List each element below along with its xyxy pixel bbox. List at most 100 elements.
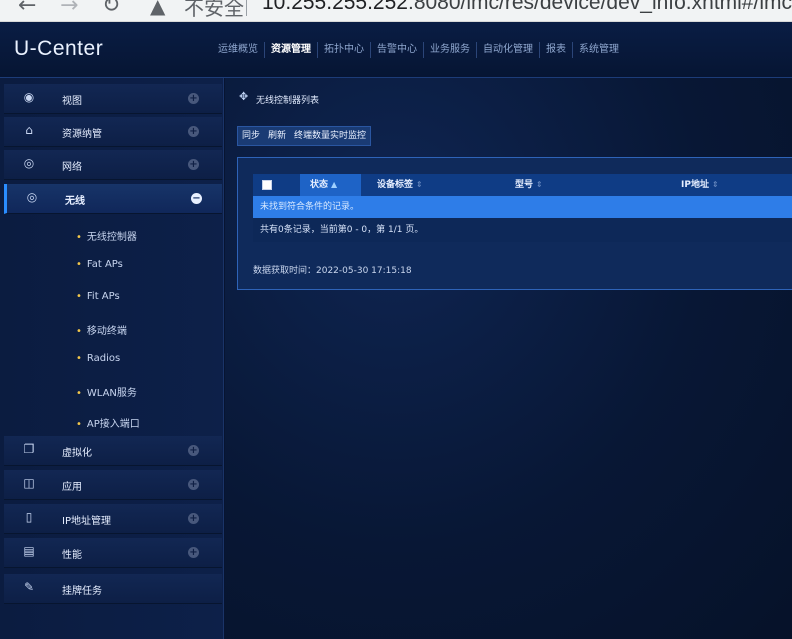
bullet-icon: • — [76, 232, 82, 243]
pagination-info: 共有0条记录，当前第0 - 0，第 1/1 页。 — [253, 218, 792, 242]
fetch-timestamp: 数据获取时间：2022-05-30 17:15:18 — [253, 266, 412, 276]
expand-icon[interactable]: + — [188, 445, 199, 456]
subitem-label: 无线控制器 — [86, 232, 137, 243]
task-icon: ✎ — [23, 580, 35, 594]
url-path: :8080/imc/res/device/dev_info.xhtml#/imc… — [407, 0, 792, 14]
sidebar-item-label: 挂牌任务 — [62, 586, 102, 597]
sidebar-item-virtualization[interactable]: ❐ 虚拟化 + — [4, 436, 222, 466]
controller-table-panel: 状态 ▲ 设备标签 ⇕ 型号 ⇕ IP地址 ⇕ 未找到符合条件的记录。 共有0条记录，当… — [237, 157, 792, 290]
sidebar-item-label: 网络 — [62, 162, 82, 173]
sidebar-item-label: IP地址管理 — [62, 516, 111, 527]
topnav-item-services[interactable]: 业务服务 — [423, 42, 476, 58]
copy-icon: ❐ — [23, 442, 35, 456]
expand-icon[interactable]: + — [188, 479, 199, 490]
collapse-icon[interactable]: − — [191, 193, 202, 204]
bullet-icon: • — [76, 353, 82, 364]
device-icon: ▯ — [25, 510, 33, 524]
topnav-item-overview[interactable]: 运维概览 — [212, 42, 264, 58]
topnav-item-system[interactable]: 系统管理 — [572, 42, 625, 58]
terminal-monitor-button[interactable]: 终端数量实时监控 — [290, 127, 370, 145]
main-content: ✥ 无线控制器列表 同步 刷新 终端数量实时监控 状态 ▲ 设备标签 ⇕ 型号 ⇕ I… — [225, 78, 792, 639]
expand-icon[interactable]: + — [188, 159, 199, 170]
sidebar-subitem-wlan-services[interactable]: • WLAN服务 — [76, 384, 137, 399]
column-header-model[interactable]: 型号 ⇕ — [515, 174, 543, 196]
sidebar-subitem-ap-ports[interactable]: • AP接入端口 — [76, 415, 140, 430]
sidebar-item-label: 性能 — [62, 550, 82, 561]
toolbar: 同步 刷新 终端数量实时监控 — [237, 126, 372, 146]
sort-asc-icon: ▲ — [331, 180, 338, 189]
url-host: 10.255.255.252 — [262, 0, 408, 14]
expand-icon[interactable]: + — [188, 513, 199, 524]
column-header-status[interactable]: 状态 ▲ — [300, 174, 361, 196]
column-header-ip[interactable]: IP地址 ⇕ — [681, 174, 719, 196]
bullet-icon: • — [76, 291, 82, 302]
subitem-label: Fat APs — [86, 259, 123, 270]
subitem-label: 移动终端 — [86, 326, 127, 337]
network-icon: ◎ — [23, 156, 35, 170]
sidebar-item-ip-management[interactable]: ▯ IP地址管理 + — [4, 504, 222, 534]
column-label: 设备标签 — [377, 180, 414, 190]
sidebar-item-network[interactable]: ◎ 网络 + — [4, 150, 222, 180]
expand-icon[interactable]: + — [188, 93, 199, 104]
refresh-button[interactable]: 刷新 — [264, 127, 290, 145]
subitem-label: WLAN服务 — [86, 388, 137, 399]
app-icon: ◫ — [23, 476, 35, 490]
topnav-item-automation[interactable]: 自动化管理 — [476, 42, 539, 58]
top-navigation: 运维概览 资源管理 拓扑中心 告警中心 业务服务 自动化管理 报表 系统管理 — [212, 42, 625, 58]
bullet-icon: • — [76, 419, 82, 430]
sidebar-item-label: 无线 — [65, 196, 85, 207]
app-logo: U-Center — [14, 37, 104, 60]
topnav-item-reports[interactable]: 报表 — [539, 42, 572, 58]
sidebar-subitem-controllers[interactable]: • 无线控制器 — [76, 228, 137, 243]
url-divider — [246, 0, 247, 16]
warning-icon[interactable]: ▲ — [150, 0, 165, 18]
column-label: 型号 — [515, 180, 534, 190]
sync-button[interactable]: 同步 — [238, 127, 264, 145]
table-header: 状态 ▲ 设备标签 ⇕ 型号 ⇕ IP地址 ⇕ — [253, 174, 792, 196]
sidebar-item-label: 虚拟化 — [62, 448, 92, 459]
building-icon: ⌂ — [25, 123, 33, 137]
sort-icon: ⇕ — [711, 180, 719, 189]
bullet-icon: • — [76, 259, 82, 270]
wireless-icon: ◎ — [26, 190, 38, 204]
sidebar-item-wireless[interactable]: ◎ 无线 − — [4, 184, 222, 214]
sidebar-subitem-fat-aps[interactable]: • Fat APs — [76, 259, 123, 270]
bullet-icon: • — [76, 388, 82, 399]
topnav-item-alarms[interactable]: 告警中心 — [370, 42, 423, 58]
subitem-label: Fit APs — [86, 291, 120, 302]
sidebar-subitem-fit-aps[interactable]: • Fit APs — [76, 291, 120, 302]
empty-message: 未找到符合条件的记录。 — [253, 196, 792, 218]
sidebar-item-resources[interactable]: ⌂ 资源纳管 + — [4, 117, 222, 147]
performance-icon: ▤ — [23, 544, 35, 558]
sidebar: ◉ 视图 + ⌂ 资源纳管 + ◎ 网络 + ◎ 无线 − • 无线控制器 • Fa… — [0, 78, 224, 639]
browser-address-bar: ← → ↻ ▲ 不安全 10.255.255.252:8080/imc/res/… — [0, 0, 792, 22]
url-field[interactable]: 10.255.255.252:8080/imc/res/device/dev_i… — [262, 0, 792, 15]
sidebar-item-tasks[interactable]: ✎ 挂牌任务 — [4, 574, 222, 604]
subitem-label: AP接入端口 — [86, 419, 140, 430]
app-header: U-Center 运维概览 资源管理 拓扑中心 告警中心 业务服务 自动化管理 … — [0, 22, 792, 78]
sidebar-item-performance[interactable]: ▤ 性能 + — [4, 538, 222, 568]
column-header-device-label[interactable]: 设备标签 ⇕ — [377, 174, 423, 196]
reload-icon[interactable]: ↻ — [102, 0, 120, 18]
column-label: IP地址 — [681, 180, 709, 190]
sidebar-item-label: 视图 — [62, 96, 82, 107]
move-icon: ✥ — [239, 90, 249, 103]
sort-icon: ⇕ — [536, 180, 543, 189]
sidebar-subitem-mobile-terminals[interactable]: • 移动终端 — [76, 322, 127, 337]
sidebar-item-view[interactable]: ◉ 视图 + — [4, 84, 222, 114]
select-all-checkbox[interactable] — [262, 180, 272, 190]
subitem-label: Radios — [86, 353, 121, 364]
sidebar-subitem-radios[interactable]: • Radios — [76, 353, 120, 364]
back-arrow-icon[interactable]: ← — [18, 0, 36, 18]
topnav-item-resources[interactable]: 资源管理 — [264, 42, 317, 58]
sidebar-item-label: 应用 — [62, 482, 82, 493]
expand-icon[interactable]: + — [188, 126, 199, 137]
security-label[interactable]: 不安全 — [184, 0, 244, 21]
expand-icon[interactable]: + — [188, 547, 199, 558]
eye-icon: ◉ — [23, 90, 35, 104]
page-title: 无线控制器列表 — [256, 96, 320, 106]
column-label: 状态 — [310, 180, 329, 190]
forward-arrow-icon[interactable]: → — [60, 0, 78, 18]
topnav-item-topology[interactable]: 拓扑中心 — [317, 42, 370, 58]
sidebar-item-applications[interactable]: ◫ 应用 + — [4, 470, 222, 500]
